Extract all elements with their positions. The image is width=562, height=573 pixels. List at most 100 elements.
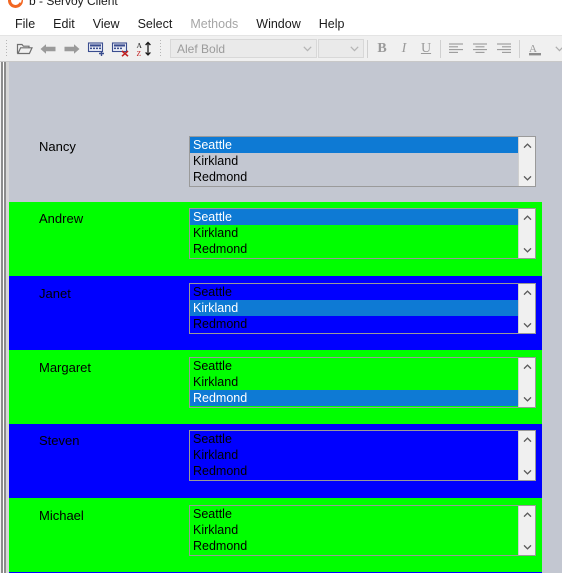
- align-left-button[interactable]: [444, 38, 468, 60]
- list-item[interactable]: Redmond: [190, 463, 518, 479]
- scroll-down-icon[interactable]: [519, 463, 535, 480]
- city-listbox[interactable]: Seattle Kirkland Redmond: [189, 505, 536, 556]
- menu-item-methods: Methods: [190, 16, 239, 31]
- scroll-down-icon[interactable]: [519, 241, 535, 258]
- menu-item-select[interactable]: Select: [129, 15, 182, 34]
- font-color-button[interactable]: A: [523, 38, 547, 60]
- align-center-button[interactable]: [468, 38, 492, 60]
- list-item[interactable]: Seattle: [190, 209, 518, 225]
- table-row[interactable]: Margaret Seattle Kirkland Redmond: [9, 350, 542, 424]
- record-list-view: Nancy Seattle Kirkland Redmond Andrew Se…: [0, 62, 562, 573]
- font-size-select[interactable]: [318, 39, 364, 58]
- forward-arrow-icon: [63, 42, 81, 56]
- chevron-down-icon: [345, 45, 363, 52]
- align-center-icon: [472, 42, 488, 55]
- list-item[interactable]: Redmond: [190, 538, 518, 554]
- list-item[interactable]: Seattle: [190, 358, 518, 374]
- toolbar-grip-2[interactable]: [158, 39, 164, 58]
- list-item[interactable]: Kirkland: [190, 374, 518, 390]
- city-list-items[interactable]: Seattle Kirkland Redmond: [190, 358, 518, 407]
- table-row[interactable]: Andrew Seattle Kirkland Redmond: [9, 202, 542, 276]
- city-listbox[interactable]: Seattle Kirkland Redmond: [189, 357, 536, 408]
- scroll-down-icon[interactable]: [519, 316, 535, 333]
- scroll-down-icon[interactable]: [519, 390, 535, 407]
- city-listbox[interactable]: Seattle Kirkland Redmond: [189, 208, 536, 259]
- employee-name: Nancy: [39, 139, 76, 154]
- list-item[interactable]: Kirkland: [190, 447, 518, 463]
- scroll-down-icon[interactable]: [519, 169, 535, 186]
- table-row[interactable]: Janet Seattle Kirkland Redmond: [9, 276, 542, 350]
- vertical-scrollbar[interactable]: [518, 431, 535, 480]
- forward-button[interactable]: [60, 38, 84, 60]
- scroll-up-icon[interactable]: [519, 209, 535, 226]
- city-list-items[interactable]: Seattle Kirkland Redmond: [190, 431, 518, 480]
- underline-button[interactable]: U: [415, 38, 437, 60]
- new-record-button[interactable]: [84, 38, 108, 60]
- new-record-icon: [87, 41, 106, 57]
- toolbar-separator-3: [519, 39, 520, 58]
- list-item[interactable]: Kirkland: [190, 300, 518, 316]
- bold-button[interactable]: B: [371, 38, 393, 60]
- city-list-items[interactable]: Seattle Kirkland Redmond: [190, 284, 518, 333]
- font-name-select[interactable]: Alef Bold: [170, 39, 317, 58]
- scroll-up-icon[interactable]: [519, 137, 535, 154]
- menu-item-edit[interactable]: Edit: [44, 15, 84, 34]
- city-list-items[interactable]: Seattle Kirkland Redmond: [190, 506, 518, 555]
- menu-item-view[interactable]: View: [84, 15, 129, 34]
- vertical-scrollbar[interactable]: [518, 358, 535, 407]
- align-right-icon: [496, 42, 512, 55]
- list-item[interactable]: Kirkland: [190, 153, 518, 169]
- city-listbox[interactable]: Seattle Kirkland Redmond: [189, 430, 536, 481]
- list-item[interactable]: Seattle: [190, 284, 518, 300]
- menu-item-file[interactable]: File: [6, 15, 44, 34]
- menu-item-help[interactable]: Help: [310, 15, 354, 34]
- employee-name: Janet: [39, 286, 71, 301]
- list-item[interactable]: Redmond: [190, 390, 518, 406]
- vertical-scrollbar[interactable]: [518, 137, 535, 186]
- delete-record-button[interactable]: [108, 38, 132, 60]
- scroll-up-icon[interactable]: [519, 284, 535, 301]
- list-item[interactable]: Kirkland: [190, 225, 518, 241]
- vertical-scrollbar[interactable]: [518, 506, 535, 555]
- table-row[interactable]: Steven Seattle Kirkland Redmond: [9, 424, 542, 498]
- city-listbox[interactable]: Seattle Kirkland Redmond: [189, 136, 536, 187]
- list-item[interactable]: Seattle: [190, 431, 518, 447]
- list-item[interactable]: Kirkland: [190, 522, 518, 538]
- form-left-rail: [0, 62, 9, 573]
- toolbar-separator-1: [367, 39, 368, 58]
- font-color-dropdown-button[interactable]: [547, 38, 562, 60]
- list-item[interactable]: Redmond: [190, 169, 518, 185]
- back-arrow-icon: [39, 42, 57, 56]
- window-title: b - Servoy Client: [29, 0, 118, 8]
- scroll-down-icon[interactable]: [519, 538, 535, 555]
- vertical-scrollbar[interactable]: [518, 284, 535, 333]
- list-item[interactable]: Seattle: [190, 137, 518, 153]
- scroll-up-icon[interactable]: [519, 431, 535, 448]
- title-bar: b - Servoy Client: [0, 0, 562, 13]
- employee-name: Margaret: [39, 360, 92, 375]
- table-row[interactable]: Nancy Seattle Kirkland Redmond: [9, 124, 542, 202]
- sort-button[interactable]: A Z: [132, 38, 156, 60]
- menu-item-window[interactable]: Window: [247, 15, 309, 34]
- toolbar-separator-2: [440, 39, 441, 58]
- delete-record-icon: [111, 41, 130, 57]
- open-folder-button[interactable]: [12, 38, 36, 60]
- svg-text:Z: Z: [136, 49, 141, 57]
- back-button[interactable]: [36, 38, 60, 60]
- align-right-button[interactable]: [492, 38, 516, 60]
- scroll-up-icon[interactable]: [519, 506, 535, 523]
- city-listbox[interactable]: Seattle Kirkland Redmond: [189, 283, 536, 334]
- employee-name: Andrew: [39, 211, 84, 226]
- list-item[interactable]: Redmond: [190, 316, 518, 332]
- font-color-icon: A: [527, 41, 544, 57]
- table-row[interactable]: Michael Seattle Kirkland Redmond: [9, 498, 542, 572]
- toolbar-grip-1[interactable]: [4, 39, 10, 58]
- list-item[interactable]: Redmond: [190, 241, 518, 257]
- city-list-items[interactable]: Seattle Kirkland Redmond: [190, 137, 518, 186]
- vertical-scrollbar[interactable]: [518, 209, 535, 258]
- italic-button[interactable]: I: [393, 38, 415, 60]
- scroll-up-icon[interactable]: [519, 358, 535, 375]
- chevron-down-icon: [554, 45, 562, 52]
- list-item[interactable]: Seattle: [190, 506, 518, 522]
- city-list-items[interactable]: Seattle Kirkland Redmond: [190, 209, 518, 258]
